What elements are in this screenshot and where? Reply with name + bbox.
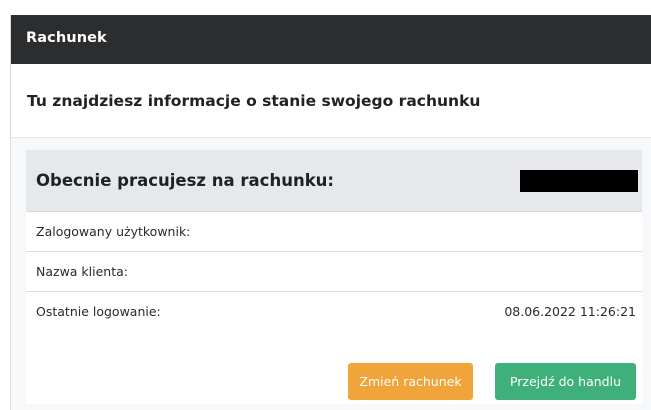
panel-subtitle-bar: Tu znajdziesz informacje o stanie swojeg…: [11, 64, 651, 138]
panel-body: Obecnie pracujesz na rachunku: Zalogowan…: [11, 138, 651, 410]
account-info-box: Obecnie pracujesz na rachunku: Zalogowan…: [26, 150, 642, 404]
last-login-label: Ostatnie logowanie:: [36, 304, 161, 319]
page: Rachunek Tu znajdziesz informacje o stan…: [0, 0, 651, 410]
logged-user-label: Zalogowany użytkownik:: [36, 224, 191, 239]
account-panel: Rachunek Tu znajdziesz informacje o stan…: [10, 15, 651, 410]
info-row-logged-user: Zalogowany użytkownik:: [26, 212, 642, 252]
panel-header: Rachunek: [11, 15, 651, 64]
current-account-header: Obecnie pracujesz na rachunku:: [26, 150, 642, 212]
info-row-client-name: Nazwa klienta:: [26, 252, 642, 292]
go-to-trading-button[interactable]: Przejdź do handlu: [495, 363, 636, 400]
page-margin: [0, 0, 10, 410]
panel-title: Rachunek: [26, 30, 107, 46]
redacted-account-number: [520, 170, 638, 192]
panel-subtitle: Tu znajdziesz informacje o stanie swojeg…: [27, 92, 481, 110]
current-account-label: Obecnie pracujesz na rachunku:: [36, 171, 335, 190]
last-login-value: 08.06.2022 11:26:21: [504, 304, 636, 319]
change-account-button[interactable]: Zmień rachunek: [348, 363, 473, 400]
info-row-last-login: Ostatnie logowanie: 08.06.2022 11:26:21: [26, 292, 642, 331]
client-name-label: Nazwa klienta:: [36, 264, 128, 279]
